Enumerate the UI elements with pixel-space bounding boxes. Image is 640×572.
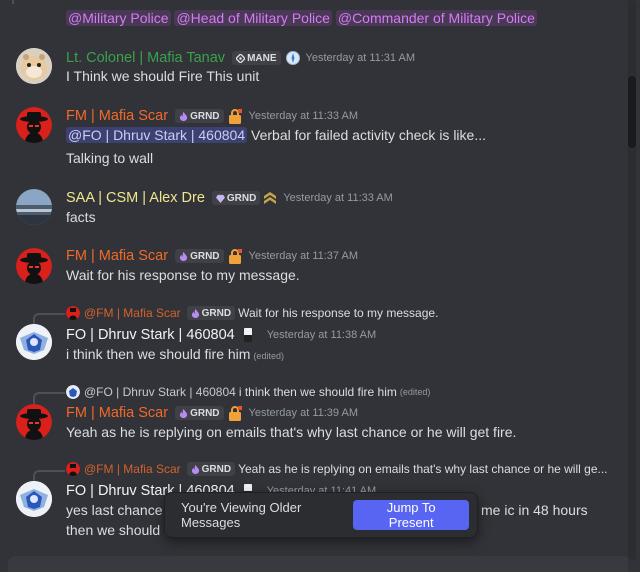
lock-badge-icon[interactable] (227, 405, 243, 421)
older-messages-bar: You're Viewing Older Messages Jump To Pr… (164, 492, 478, 538)
guild-tag[interactable]: GRND (175, 109, 224, 123)
message-content: yes last chance (66, 502, 163, 518)
reply-author[interactable]: @FM | Mafia Scar (84, 306, 181, 320)
reply-avatar (66, 385, 80, 399)
rank-chevron-icon[interactable] (263, 190, 277, 206)
role-mention-commander-mp[interactable]: @Commander of Military Police (335, 10, 537, 26)
timestamp[interactable]: Yesterday at 11:31 AM (306, 52, 415, 64)
reply-text: Yeah as he is replying on emails that's … (238, 462, 608, 476)
older-messages-label: You're Viewing Older Messages (181, 500, 302, 530)
gem-icon (215, 194, 225, 203)
message-header: FM | Mafia Scar GRND Yesterday at 11:39 … (66, 403, 358, 423)
winged-emblem-avatar-icon (16, 481, 52, 517)
reply-avatar (66, 306, 80, 320)
flame-icon (191, 464, 199, 474)
guild-tag[interactable]: GRND (175, 406, 224, 420)
hat-silhouette-avatar-icon (66, 462, 80, 476)
reply-preview[interactable]: @FO | Dhruv Stark | 460804 i think then … (66, 383, 430, 401)
avatar[interactable] (16, 404, 52, 440)
role-mentions-line: @Military Police @Head of Military Polic… (66, 8, 537, 28)
scrollbar-thumb[interactable] (628, 76, 636, 148)
author-name[interactable]: Lt. Colonel | Mafia Tanav (66, 50, 225, 66)
message-content-line2: Talking to wall (66, 150, 154, 166)
timestamp[interactable]: Yesterday at 11:39 AM (249, 407, 358, 419)
message-content: I Think we should Fire This unit (66, 68, 260, 84)
chat-messages[interactable]: @Military Police @Head of Military Polic… (0, 0, 628, 572)
flame-icon (179, 408, 188, 418)
message-header: FM | Mafia Scar GRND Yesterday at 11:33 … (66, 106, 358, 126)
message-content: Wait for his response to my message. (66, 267, 300, 283)
role-badge-icon[interactable] (285, 51, 300, 65)
reply-avatar (66, 462, 80, 476)
reply-author[interactable]: @FM | Mafia Scar (84, 462, 181, 476)
avatar[interactable] (16, 48, 52, 84)
reply-preview[interactable]: @FM | Mafia Scar GRND Yeah as he is repl… (66, 460, 608, 478)
hat-silhouette-avatar-icon (16, 248, 52, 284)
hat-silhouette-avatar-icon (66, 306, 80, 320)
lock-badge-icon[interactable] (227, 108, 243, 124)
avatar[interactable] (16, 324, 52, 360)
message-content: Yeah as he is replying on emails that's … (66, 424, 517, 440)
guild-tag[interactable]: GRND (211, 191, 261, 205)
guild-tag[interactable]: GRND (186, 306, 236, 320)
reply-text: Wait for his response to my message. (238, 306, 439, 320)
message-content: @FO | Dhruv Stark | 460804 Verbal for fa… (66, 127, 486, 143)
reply-author[interactable]: @FO | Dhruv Stark | 460804 (84, 385, 236, 399)
flame-icon (191, 308, 199, 318)
message-content-right: me ic in 48 hours (481, 502, 588, 518)
hamster-avatar-icon (16, 48, 52, 84)
role-mention-military-police[interactable]: @Military Police (66, 10, 171, 26)
author-name[interactable]: FM | Mafia Scar (66, 108, 168, 124)
winged-emblem-avatar-icon (66, 385, 80, 399)
author-name[interactable]: FO | Dhruv Stark | 460804 (66, 327, 235, 343)
author-name[interactable]: FM | Mafia Scar (66, 248, 168, 264)
guild-tag[interactable]: GRND (175, 249, 224, 263)
author-name[interactable]: SAA | CSM | Alex Dre (66, 190, 205, 206)
timestamp[interactable]: Yesterday at 11:38 AM (267, 329, 376, 341)
timestamp[interactable]: Yesterday at 11:37 AM (249, 250, 358, 262)
message-header: FM | Mafia Scar GRND Yesterday at 11:37 … (66, 246, 358, 266)
hat-silhouette-avatar-icon (16, 404, 52, 440)
role-mention-head-mp[interactable]: @Head of Military Police (174, 10, 332, 26)
edited-label: (edited) (399, 387, 431, 397)
hat-silhouette-avatar-icon (16, 107, 52, 143)
flame-icon (179, 111, 188, 121)
jump-to-present-button[interactable]: Jump To Present (353, 500, 469, 530)
avatar[interactable] (16, 107, 52, 143)
avatar[interactable] (16, 248, 52, 284)
edited-label: (edited) (253, 351, 284, 361)
message-content-line2: then we should f (66, 522, 168, 538)
timestamp[interactable]: Yesterday at 11:33 AM (249, 110, 358, 122)
user-mention[interactable]: @FO | Dhruv Stark | 460804 (66, 127, 248, 143)
message-composer[interactable] (8, 556, 628, 572)
timestamp[interactable]: Yesterday at 11:33 AM (283, 192, 392, 204)
domino-badge-icon[interactable] (243, 327, 253, 343)
message-header: Lt. Colonel | Mafia Tanav MANE Yesterday… (66, 48, 415, 68)
avatar[interactable] (16, 189, 52, 225)
message-header: SAA | CSM | Alex Dre GRND Yesterday at 1… (66, 188, 393, 208)
avatar[interactable] (16, 481, 52, 517)
message-content: facts (66, 209, 96, 225)
flame-icon (179, 251, 188, 261)
author-name[interactable]: FM | Mafia Scar (66, 405, 168, 421)
reply-preview[interactable]: @FM | Mafia Scar GRND Wait for his respo… (66, 304, 438, 322)
diamond-arrows-icon (236, 53, 246, 63)
winged-emblem-avatar-icon (16, 324, 52, 360)
message-content: i think then we should fire him (edited) (66, 346, 284, 362)
landscape-avatar-icon (16, 189, 52, 225)
message-header: FO | Dhruv Stark | 460804 Yesterday at 1… (66, 325, 376, 345)
guild-tag[interactable]: GRND (186, 462, 236, 476)
reply-text: i think then we should fire him (238, 385, 397, 399)
guild-tag[interactable]: MANE (232, 51, 281, 65)
lock-badge-icon[interactable] (227, 248, 243, 264)
